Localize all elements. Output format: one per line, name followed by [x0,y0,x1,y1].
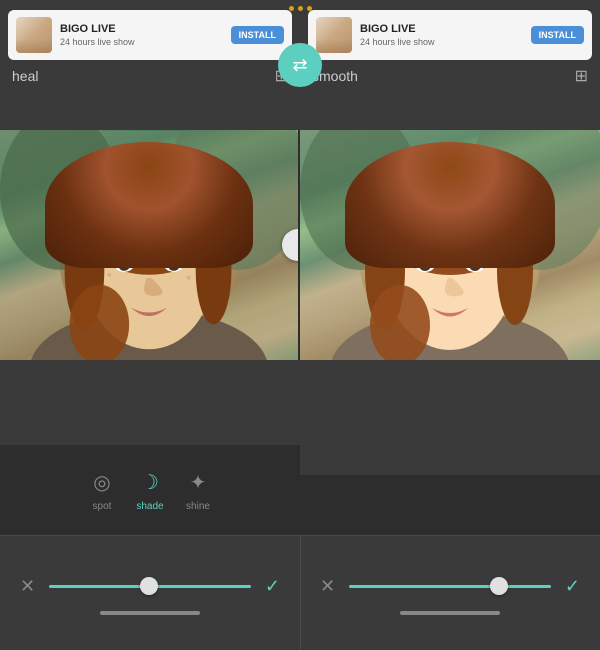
shine-icon: ✦ [184,469,212,497]
tools-section: ◎ spot ☽ shade ✦ shine [0,445,300,535]
slider-left[interactable] [49,585,251,588]
top-section: BIGO LIVE 24 hours live show INSTALL hea… [0,0,600,130]
shine-label: shine [186,501,210,512]
action-bars: ✕ ✓ ✕ ✓ [0,535,600,650]
shade-icon: ☽ [136,469,164,497]
install-button-right[interactable]: INSTALL [531,26,584,44]
portrait-svg-right [300,130,600,360]
shade-label: shade [136,501,163,512]
tool-shine[interactable]: ✦ shine [184,469,212,512]
portrait-smooth [300,130,600,360]
portrait-original [0,130,298,360]
action-row-left: ✕ ✓ [16,572,284,601]
ad-text-left: BIGO LIVE 24 hours live show [60,23,231,46]
action-row-right: ✕ ✓ [316,572,584,601]
ad-title-right: BIGO LIVE [360,23,531,36]
ad-subtitle-right: 24 hours live show [360,37,531,47]
swap-button[interactable]: ⇄ [278,43,322,87]
ad-subtitle-left: 24 hours live show [60,37,231,47]
install-button-left[interactable]: INSTALL [231,26,284,44]
cancel-button-right[interactable]: ✕ [316,572,339,601]
home-indicator [100,611,200,615]
image-comparison[interactable] [0,130,600,360]
right-panel: BIGO LIVE 24 hours live show INSTALL smo… [300,0,600,130]
cancel-button-left[interactable]: ✕ [16,572,39,601]
dot-indicator [298,6,303,11]
split-icon-right: ⊞ [575,66,588,86]
confirm-button-left[interactable]: ✓ [261,572,284,601]
dot-indicator [289,6,294,11]
ad-banner-left[interactable]: BIGO LIVE 24 hours live show INSTALL [8,10,292,60]
ad-avatar-right [316,17,352,53]
slider-right[interactable] [349,585,551,588]
slider-thumb-right[interactable] [490,577,508,595]
right-label-row: smooth ⊞ [300,66,600,86]
left-label-row: heal ⊞ [0,66,300,86]
left-panel: BIGO LIVE 24 hours live show INSTALL hea… [0,0,300,130]
tool-shade[interactable]: ☽ shade [136,469,164,512]
spot-label: spot [93,501,112,512]
image-panel-left[interactable] [0,130,300,360]
spot-icon: ◎ [88,469,116,497]
action-bar-right: ✕ ✓ [300,535,600,650]
slider-thumb-left[interactable] [140,577,158,595]
ad-avatar-left [16,17,52,53]
tool-spot[interactable]: ◎ spot [88,469,116,512]
tools-row: ◎ spot ☽ shade ✦ shine [88,469,212,512]
top-dots [0,6,600,11]
dot-indicator [307,6,312,11]
confirm-button-right[interactable]: ✓ [561,572,584,601]
ad-banner-right[interactable]: BIGO LIVE 24 hours live show INSTALL [308,10,592,60]
action-bar-left: ✕ ✓ [0,535,300,650]
ad-text-right: BIGO LIVE 24 hours live show [360,23,531,46]
portrait-svg-left [0,130,298,360]
ad-title-left: BIGO LIVE [60,23,231,36]
home-indicator-right [400,611,500,615]
swap-icon: ⇄ [292,55,307,76]
heal-label: heal [12,68,38,84]
image-panel-right[interactable] [300,130,600,360]
